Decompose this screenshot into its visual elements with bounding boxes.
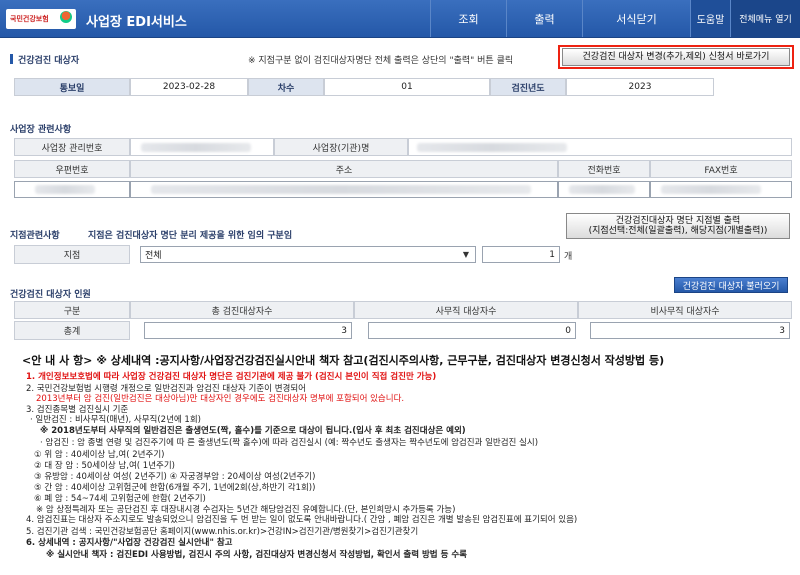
year-label: 검진년도 [490, 78, 566, 96]
notice-day-label: 통보일 [14, 78, 130, 96]
branch-count-field[interactable]: 1 [482, 246, 560, 263]
top-bar: 국민건강보험 사업장 EDI서비스 조회 출력 서식닫기 도움말 전체메뉴 열기 [0, 0, 800, 38]
branch-print-line1: 건강검진대상자 명단 지점별 출력 [615, 215, 741, 226]
section-title-branch: 지점관련사항 [10, 231, 60, 241]
notice-day-value: 2023-02-28 [130, 78, 248, 96]
zip-field[interactable] [14, 181, 130, 198]
nhis-logo: 국민건강보험 [6, 9, 76, 29]
round-label: 차수 [248, 78, 324, 96]
year-value: 2023 [566, 78, 714, 96]
mgmt-no-label: 사업장 관리번호 [14, 138, 130, 156]
notice-line-16: 6. 상세내역 : 공지사항/"사업장 건강검진 실시안내" 참고 [26, 538, 233, 548]
col-header-total: 총 검진대상자수 [130, 301, 354, 319]
notice-line-17: ※ 실시안내 책자 : 검진EDI 사용방법, 검진시 주의 사항, 검진대상자… [46, 550, 467, 560]
notice-heading: <안 내 사 항> ※ 상세내역 :공지사항/사업장건강검진실시안내 책자 참고… [22, 354, 665, 367]
name-label: 사업장(기관)명 [274, 138, 408, 156]
logo-mark-icon [60, 11, 72, 23]
branch-selected-value: 전체 [145, 251, 162, 261]
branch-count-unit: 개 [564, 252, 573, 262]
print-all-note: ※ 지점구분 없이 검진대상자명단 전체 출력은 상단의 "출력" 버튼 클릭 [248, 56, 514, 66]
fax-label: FAX번호 [650, 160, 792, 178]
phone-label: 전화번호 [558, 160, 650, 178]
zip-label: 우편번호 [14, 160, 130, 178]
office-count-field[interactable]: 0 [368, 322, 576, 339]
fax-field[interactable] [650, 181, 792, 198]
round-value: 01 [324, 78, 490, 96]
branch-print-button[interactable]: 건강검진대상자 명단 지점별 출력 (지점선택:전체(일괄출력), 해당지점(개… [566, 213, 790, 239]
col-header-category: 구분 [14, 301, 130, 319]
name-value [408, 138, 792, 156]
branch-print-line2: (지점선택:전체(일괄출력), 해당지점(개별출력)) [588, 226, 768, 236]
non-office-count-field[interactable]: 3 [590, 322, 790, 339]
branch-select[interactable]: 전체 ▼ [140, 246, 476, 263]
logo-text: 국민건강보험 [10, 15, 49, 23]
mgmt-no-value [130, 138, 274, 156]
address-label: 주소 [130, 160, 558, 178]
notice-line-1: 1. 개인정보보호법에 따라 사업장 건강검진 대상자 명단은 검진기관에 제공… [26, 372, 437, 382]
chevron-down-icon: ▼ [462, 250, 469, 259]
menu-search[interactable]: 조회 [430, 0, 506, 37]
menu-close-form[interactable]: 서식닫기 [582, 0, 690, 37]
section-title-workplace: 사업장 관련사항 [10, 125, 72, 135]
col-header-non-office: 비사무직 대상자수 [578, 301, 792, 319]
change-request-button[interactable]: 건강검진 대상자 변경(추가,제외) 신청서 바로가기 [562, 48, 790, 66]
menu-print[interactable]: 출력 [506, 0, 582, 37]
notice-line-14: 4. 암검진표는 대상자 주소지로도 발송되었으니 암검진을 두 번 받는 일이… [26, 515, 578, 525]
address-field[interactable] [130, 181, 558, 198]
col-header-office: 사무직 대상자수 [354, 301, 578, 319]
branch-label: 지점 [14, 245, 130, 264]
notice-line-6: ※ 2018년도부터 사무직의 일반검진은 출생연도(짝, 홀수)를 기준으로 … [40, 426, 466, 436]
section-title-checkup: 건강검진 대상자 [10, 53, 79, 66]
app-title: 사업장 EDI서비스 [86, 15, 187, 30]
row-label-total: 총계 [14, 321, 130, 340]
phone-field[interactable] [558, 181, 650, 198]
branch-desc: 지점은 검진대상자 명단 분리 제공을 위한 임의 구분임 [88, 231, 293, 241]
load-targets-button[interactable]: 건강검진 대상자 불러오기 [674, 277, 788, 293]
menu-open-all[interactable]: 전체메뉴 열기 [730, 0, 800, 37]
section-title-personnel: 건강검진 대상자 인원 [10, 290, 91, 300]
total-count-field[interactable]: 3 [144, 322, 352, 339]
menu-help[interactable]: 도움말 [690, 0, 730, 37]
notice-line-7: · 암검진 : 암 종별 연령 및 검진주기에 따 른 출생년도(짝 홀수)에 … [40, 438, 539, 448]
